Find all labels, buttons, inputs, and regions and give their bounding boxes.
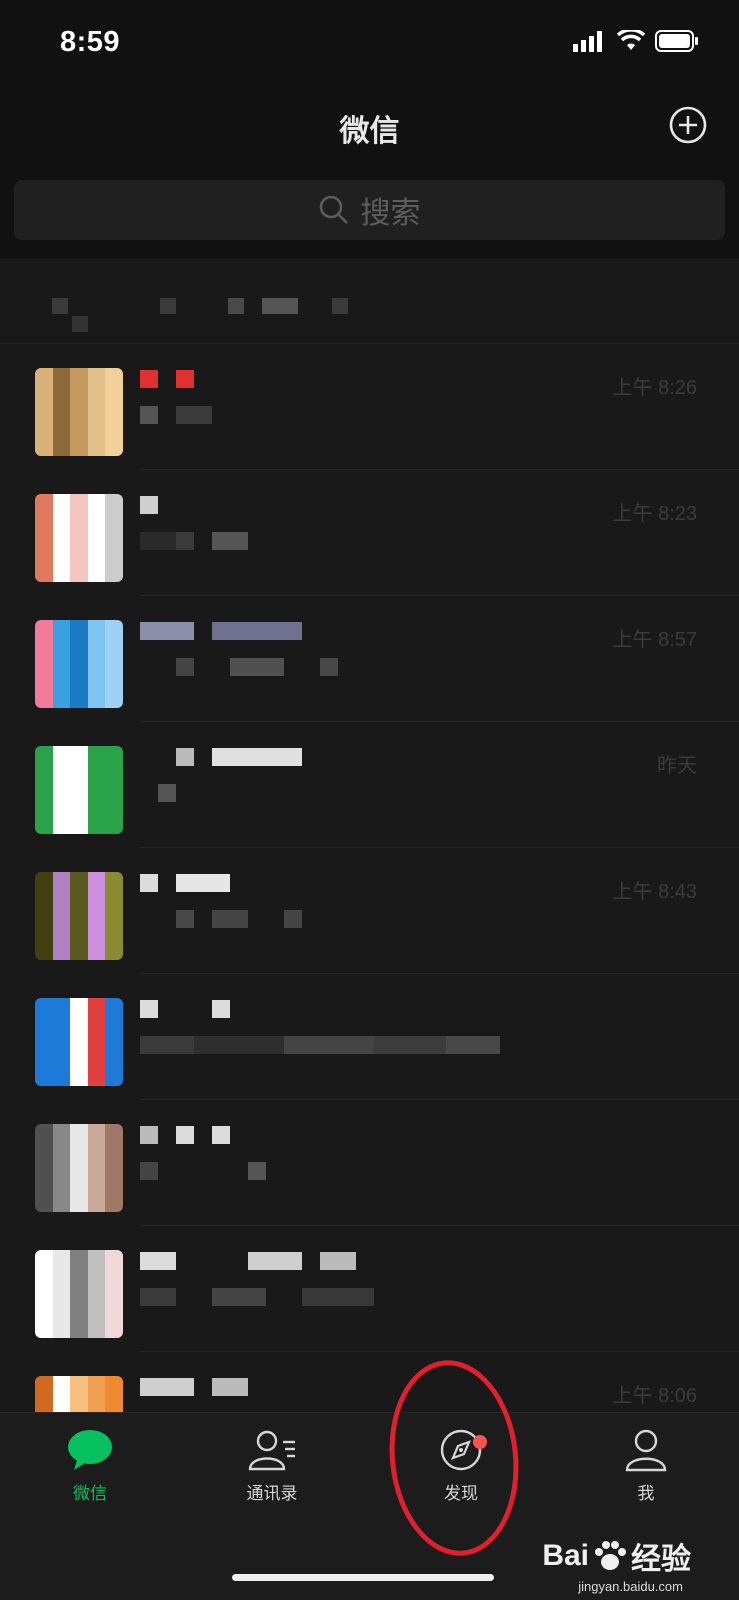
chat-preview-pixelated [140, 532, 248, 556]
home-indicator[interactable] [232, 1574, 494, 1581]
chat-preview-pixelated [140, 658, 338, 682]
chat-name-pixelated [140, 1126, 230, 1150]
chat-time: 昨天 [657, 755, 697, 777]
chat-row[interactable]: 上午 8:26 [0, 344, 739, 470]
chat-name-pixelated [140, 1252, 356, 1276]
nav-bar: 微信 [0, 88, 739, 174]
chat-row[interactable]: 上午 8:06 [0, 1352, 739, 1412]
page-title: 微信 [339, 115, 400, 148]
tab-contacts[interactable]: 通讯录 [212, 1427, 332, 1504]
chat-preview-pixelated [140, 1162, 266, 1186]
avatar [35, 368, 123, 456]
chat-name-pixelated [140, 622, 302, 646]
chat-preview-pixelated [140, 1288, 374, 1312]
chat-preview-pixelated [140, 910, 302, 934]
person-icon [625, 1429, 667, 1472]
chat-time: 上午 8:26 [612, 377, 697, 399]
chat-row[interactable] [0, 1226, 739, 1352]
chat-row[interactable]: 上午 8:43 [0, 848, 739, 974]
cellular-signal-icon [573, 31, 602, 52]
chat-name-pixelated [140, 874, 230, 898]
battery-icon [655, 30, 698, 52]
chat-time: 上午 8:06 [612, 1385, 697, 1407]
chat-time: 上午 8:23 [612, 503, 697, 525]
chat-icon [68, 1430, 112, 1470]
tab-me-label: 我 [637, 1484, 655, 1503]
chat-name-pixelated [140, 748, 302, 772]
status-bar: 8:59 [0, 0, 739, 88]
folded-chats-row[interactable] [0, 258, 739, 344]
tab-me[interactable]: 我 [586, 1427, 706, 1504]
add-button[interactable] [668, 105, 708, 145]
tab-contacts-label: 通讯录 [246, 1484, 298, 1503]
chat-time: 上午 8:43 [612, 881, 697, 903]
status-icons [573, 30, 699, 52]
watermark-brand-suffix: 经验 [631, 1543, 691, 1576]
avatar [35, 494, 123, 582]
avatar [35, 746, 123, 834]
chat-row[interactable]: 昨天 [0, 722, 739, 848]
chat-list[interactable]: 上午 8:26 上午 8:23 上午 8:57 昨天上午 8:43 上午 8:06 [0, 258, 739, 1412]
chat-preview-pixelated [140, 1036, 500, 1060]
avatar [35, 998, 123, 1086]
status-time: 8:59 [60, 26, 121, 58]
chat-row[interactable] [0, 1100, 739, 1226]
chat-preview-pixelated [140, 406, 212, 430]
pixelated-content [52, 298, 348, 332]
chat-row[interactable] [0, 974, 739, 1100]
chat-name-pixelated [140, 1000, 230, 1024]
avatar [35, 1376, 123, 1412]
chat-time: 上午 8:57 [612, 629, 697, 651]
paw-icon [595, 1541, 626, 1570]
watermark-url: jingyan.baidu.com [578, 1579, 683, 1594]
chat-name-pixelated [140, 370, 194, 394]
watermark-logo: Bai 经验 [542, 1534, 691, 1578]
avatar [35, 1124, 123, 1212]
wifi-icon [617, 30, 645, 50]
avatar [35, 872, 123, 960]
watermark-brand: Bai [542, 1539, 589, 1572]
avatar [35, 1250, 123, 1338]
contacts-icon [248, 1430, 295, 1471]
chat-row[interactable]: 上午 8:57 [0, 596, 739, 722]
search-input[interactable]: 搜索 [14, 180, 725, 240]
search-placeholder: 搜索 [360, 197, 421, 230]
search-icon [319, 195, 348, 224]
tab-chats[interactable]: 微信 [30, 1427, 150, 1504]
chat-name-pixelated [140, 496, 158, 520]
chat-preview-pixelated [140, 784, 176, 808]
tab-chats-label: 微信 [73, 1484, 107, 1503]
chat-row[interactable]: 上午 8:23 [0, 470, 739, 596]
chat-name-pixelated [140, 1378, 248, 1402]
avatar [35, 620, 123, 708]
